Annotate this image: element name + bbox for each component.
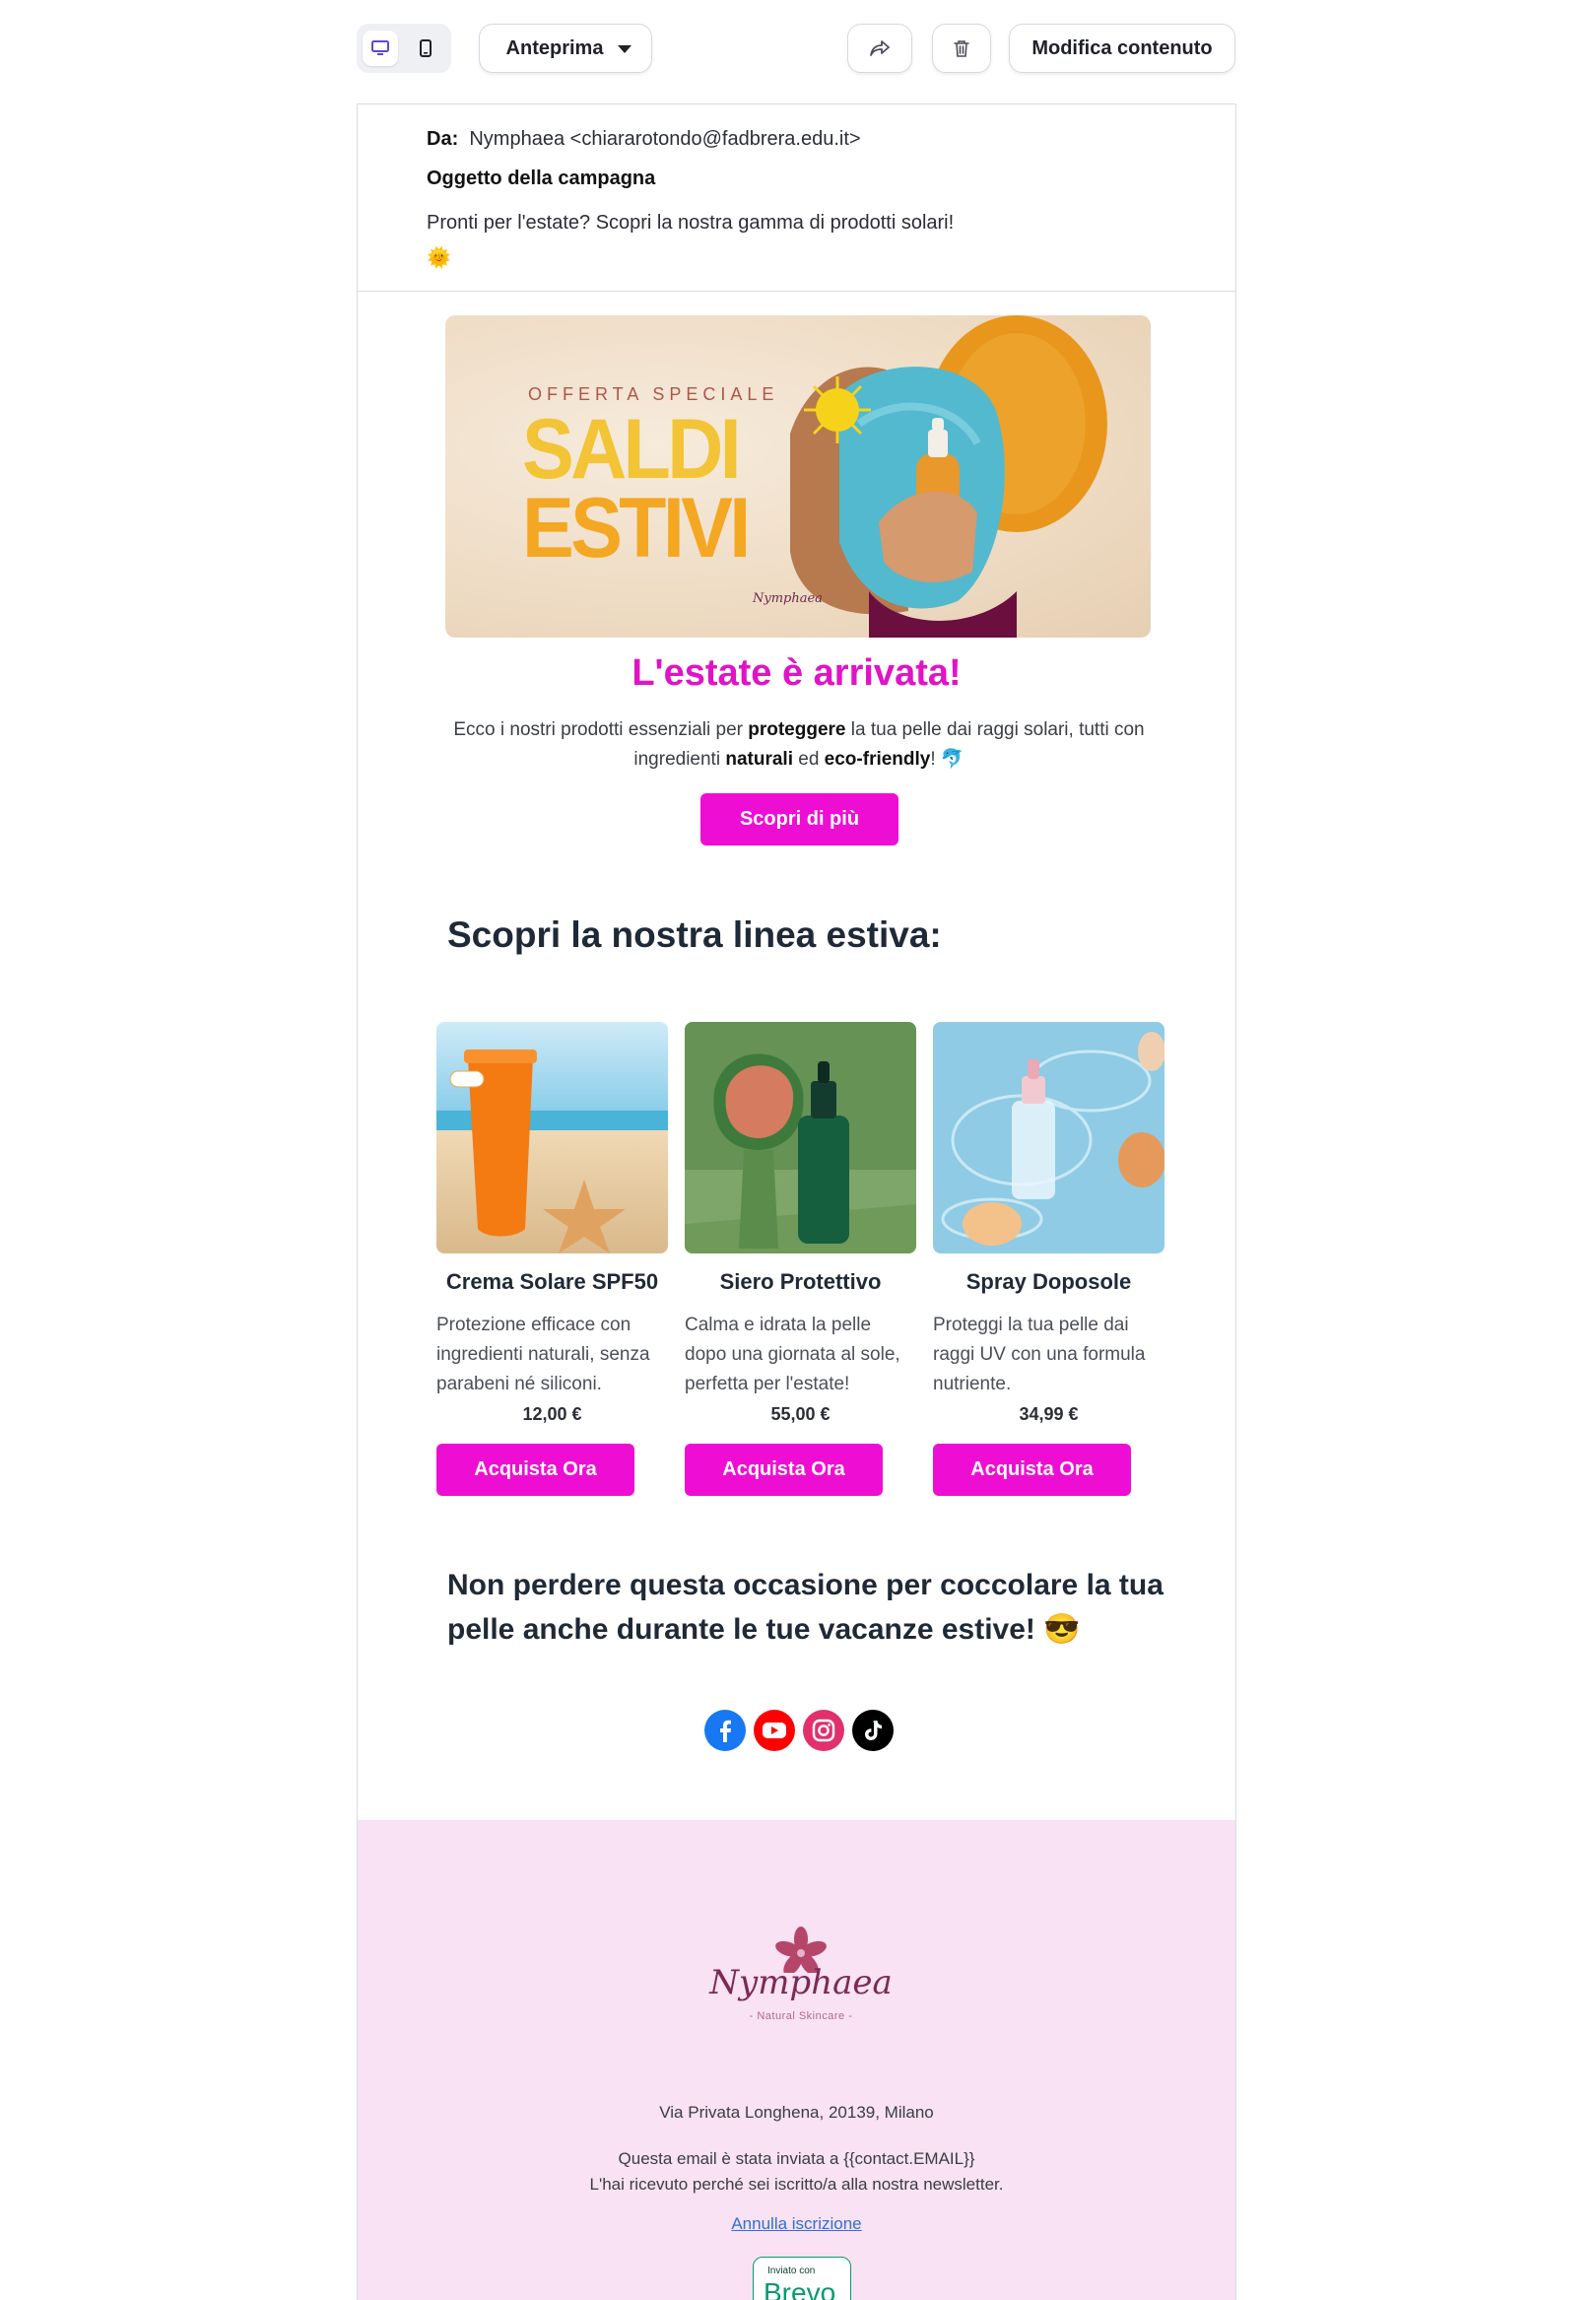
email-header: Da: Nymphaea <chiararotondo@fadbrera.edu… <box>358 104 1235 292</box>
mobile-view-button[interactable] <box>408 31 443 66</box>
summer-sale-banner: OFFERTA SPECIALE SALDI ESTIVI Nymphaea <box>445 315 1151 638</box>
product-image-serum[interactable] <box>685 1022 916 1253</box>
buy-now-button[interactable]: Acquista Ora <box>933 1444 1131 1496</box>
youtube-icon[interactable] <box>754 1710 795 1751</box>
product-price: 12,00 € <box>522 1404 582 1424</box>
banner-saldi-text: SALDI <box>522 402 742 497</box>
mobile-icon <box>420 39 432 57</box>
sent-info: Questa email è stata inviata a {{contact… <box>358 2146 1235 2198</box>
device-toggle <box>357 24 451 73</box>
product-card: Crema Solare SPF50 Protezione efficace c… <box>436 1022 668 1496</box>
brevo-badge[interactable]: Inviato con Brevo <box>753 2257 851 2300</box>
from-value: Nymphaea <chiararotondo@fadbrera.edu.it> <box>469 128 861 150</box>
aftersun-image <box>933 1022 1164 1253</box>
subject-label: Oggetto della campagna <box>427 168 656 189</box>
banner-estivi-text: ESTIVI <box>522 481 751 575</box>
unsubscribe-link[interactable]: Annulla iscrizione <box>358 2214 1235 2234</box>
hero-intro: Ecco i nostri prodotti essenziali per pr… <box>446 715 1152 775</box>
buy-now-button[interactable]: Acquista Ora <box>436 1444 634 1496</box>
edit-content-label: Modifica contenuto <box>1031 36 1213 59</box>
product-name: Crema Solare SPF50 <box>445 1269 659 1294</box>
hero-headline: L'estate è arrivata! <box>632 652 962 694</box>
delete-button[interactable] <box>932 24 991 73</box>
subject-value: Pronti per l'estate? Scopri la nostra ga… <box>427 212 955 234</box>
product-description: Proteggi la tua pelle dai raggi UV con u… <box>933 1315 1146 1394</box>
desktop-view-button[interactable] <box>363 31 398 66</box>
section-title: Scopri la nostra linea estiva: <box>447 914 942 955</box>
intro-text-1: Ecco i nostri prodotti essenziali per <box>453 719 749 740</box>
email-footer: Nymphaea - Natural Skincare - Via Privat… <box>358 1820 1235 2300</box>
logo-tagline: - Natural Skincare - <box>749 2010 853 2022</box>
social-links <box>704 1710 894 1751</box>
from-label: Da: <box>427 128 459 150</box>
intro-bold-3: eco-friendly <box>824 749 931 770</box>
product-name: Siero Protettivo <box>719 1269 882 1294</box>
sent-line-2: L'hai ricevuto perché sei iscritto/a all… <box>589 2175 1004 2194</box>
sent-line-1: Questa email è stata inviata a {{contact… <box>618 2149 975 2168</box>
preview-dropdown[interactable]: Anteprima <box>479 24 652 73</box>
editor-toolbar: Anteprima Modifica contenuto <box>357 24 1235 73</box>
subject-line: Pronti per l'estate? Scopri la nostra ga… <box>427 205 1057 276</box>
email-preview: Da: Nymphaea <chiararotondo@fadbrera.edu… <box>357 103 1236 2300</box>
brand-logo: Nymphaea - Natural Skincare - <box>702 1924 899 2032</box>
intro-text-3: ed <box>792 749 825 770</box>
subject-emoji: 🌞 <box>427 247 451 269</box>
brevo-logo-text: Brevo <box>764 2277 836 2300</box>
product-price: 34,99 € <box>1019 1404 1079 1424</box>
logo-wordmark: Nymphaea <box>709 1963 893 2002</box>
product-name: Spray Doposole <box>965 1269 1132 1294</box>
chevron-down-icon <box>618 45 632 53</box>
buy-now-button[interactable]: Acquista Ora <box>685 1444 883 1496</box>
sunscreen-image <box>436 1022 668 1253</box>
intro-bold-2: naturali <box>725 749 793 770</box>
product-image-aftersun[interactable] <box>933 1022 1164 1253</box>
trash-icon <box>954 40 969 57</box>
product-description: Protezione efficace con ingredienti natu… <box>436 1315 650 1394</box>
tiktok-icon[interactable] <box>852 1710 894 1751</box>
product-card: Siero Protettivo Calma e idrata la pelle… <box>685 1022 916 1496</box>
share-button[interactable] <box>847 24 912 73</box>
edit-content-button[interactable]: Modifica contenuto <box>1009 24 1235 73</box>
intro-text-4: ! 🐬 <box>930 749 964 770</box>
company-address: Via Privata Longhena, 20139, Milano <box>659 2103 934 2122</box>
product-description: Calma e idrata la pelle dopo una giornat… <box>685 1315 900 1394</box>
banner-brand-logo: Nymphaea <box>753 591 823 606</box>
instagram-icon[interactable] <box>803 1710 844 1751</box>
product-card: Spray Doposole Proteggi la tua pelle dai… <box>933 1022 1164 1496</box>
discover-more-button[interactable]: Scopri di più <box>700 793 898 846</box>
from-line: Da: Nymphaea <chiararotondo@fadbrera.edu… <box>427 128 861 151</box>
brevo-small-text: Inviato con <box>767 2266 816 2276</box>
preview-label: Anteprima <box>505 36 604 59</box>
share-icon <box>870 40 890 56</box>
product-price: 55,00 € <box>770 1404 831 1424</box>
facebook-icon[interactable] <box>704 1710 746 1751</box>
closing-text: Non perdere questa occasione per coccola… <box>447 1569 1164 1646</box>
serum-image <box>685 1022 916 1253</box>
intro-bold-1: proteggere <box>748 719 846 740</box>
product-image-sunscreen[interactable] <box>436 1022 668 1253</box>
desktop-icon <box>371 40 389 55</box>
